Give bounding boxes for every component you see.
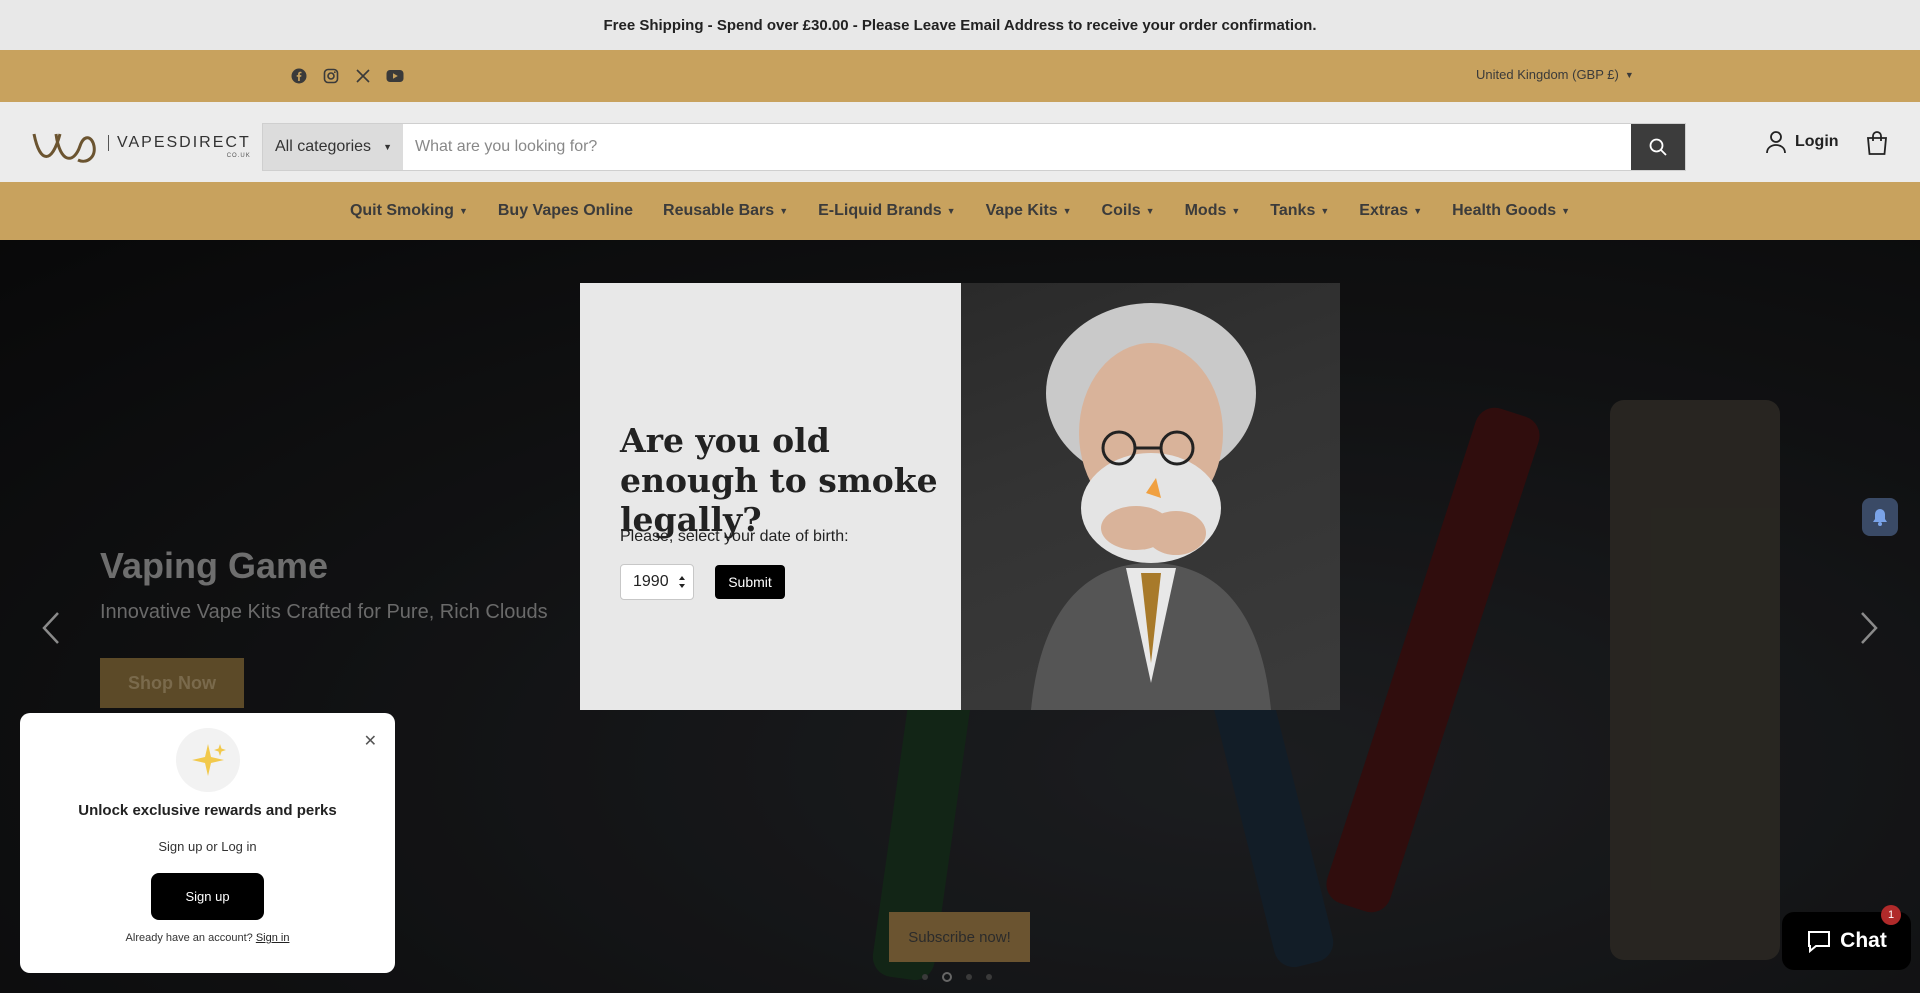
chevron-down-icon: ▼ [383,142,392,152]
man-smoking-illustration [1031,303,1271,710]
nav-label: Coils [1101,202,1141,219]
rewards-title: Unlock exclusive rewards and perks [78,802,337,819]
region-selector[interactable]: United Kingdom (GBP £) ▼ [1476,67,1634,82]
chevron-down-icon: ▼ [1413,206,1423,216]
chat-label: Chat [1840,929,1887,952]
slide-dot[interactable] [922,974,928,980]
nav-item-vape-kits[interactable]: Vape Kits ▼ [971,202,1087,220]
x-icon[interactable] [354,67,372,85]
nav-item-extras[interactable]: Extras ▼ [1344,202,1437,220]
age-submit-button[interactable]: Submit [715,565,785,599]
birth-year-select[interactable]: 1990 [620,564,694,600]
nav-label: Vape Kits [985,202,1058,219]
search-button[interactable] [1631,124,1685,170]
age-modal-image [961,283,1340,710]
announcement-text: Free Shipping - Spend over £30.00 - Plea… [603,16,1317,34]
announcement-bar: Free Shipping - Spend over £30.00 - Plea… [0,0,1920,50]
logo-subtext: CO.UK [226,153,251,159]
nav-label: Mods [1184,202,1227,219]
nav-item-mods[interactable]: Mods ▼ [1170,202,1256,220]
chevron-down-icon: ▼ [1624,69,1634,80]
youtube-icon[interactable] [386,67,404,85]
close-icon[interactable]: ✕ [364,731,377,751]
login-link[interactable]: Login [1765,130,1839,154]
sparkle-icon [176,728,240,792]
cart-button[interactable] [1864,130,1890,161]
slide-prev-arrow[interactable] [40,610,62,656]
chevron-left-icon [42,612,59,644]
rewards-popup: ✕ Unlock exclusive rewards and perks Sig… [20,713,395,973]
age-prompt: Please, select your date of birth: [620,528,849,545]
stepper-arrows-icon [679,576,685,588]
login-label: Login [1795,133,1839,150]
shop-now-button[interactable]: Shop Now [100,658,244,708]
nav-item-buy-vapes-online[interactable]: Buy Vapes Online [483,202,648,220]
nav-label: Extras [1359,202,1409,219]
chevron-down-icon: ▼ [458,206,468,216]
search-category-select[interactable]: All categories ▼ [263,124,403,170]
chevron-down-icon: ▼ [1320,206,1330,216]
birth-year-value: 1990 [633,573,669,590]
chevron-down-icon: ▼ [1231,206,1241,216]
age-modal-form-panel: Are you old enough to smoke legally? Ple… [580,283,961,710]
chevron-down-icon: ▼ [1561,206,1571,216]
search-icon [1649,138,1667,156]
slide-dot[interactable] [966,974,972,980]
utility-bar: United Kingdom (GBP £) ▼ [0,50,1920,102]
nav-item-e-liquid-brands[interactable]: E-Liquid Brands ▼ [803,202,970,220]
chat-bubble-icon [1808,931,1831,953]
age-question: Are you old enough to smoke legally? [620,421,938,540]
nav-item-health-goods[interactable]: Health Goods ▼ [1437,202,1585,220]
chevron-down-icon: ▼ [1145,206,1155,216]
facebook-icon[interactable] [290,67,308,85]
main-nav: Quit Smoking ▼ Buy Vapes Online Reusable … [0,182,1920,240]
rewards-signup-button[interactable]: Sign up [151,873,264,920]
slide-next-arrow[interactable] [1858,610,1880,656]
search-category-label: All categories [275,138,372,155]
nav-label: Reusable Bars [663,202,775,219]
chevron-down-icon: ▼ [1062,206,1072,216]
notification-bell-button[interactable] [1862,498,1898,536]
nav-item-quit-smoking[interactable]: Quit Smoking ▼ [335,202,483,220]
signin-link[interactable]: Sign in [256,932,290,944]
site-logo[interactable]: VAPESDIRECT CO.UK [30,126,251,168]
slide-dots [922,972,992,982]
nav-label: E-Liquid Brands [818,202,942,219]
age-verification-modal: Are you old enough to smoke legally? Ple… [580,283,1340,710]
logo-mark-icon [32,133,96,163]
nav-label: Buy Vapes Online [497,202,634,219]
chevron-down-icon: ▼ [946,206,956,216]
region-label: United Kingdom (GBP £) [1476,67,1619,82]
logo-text: VAPESDIRECT [108,135,251,151]
rewards-subtitle: Sign up or Log in [158,839,257,854]
nav-item-tanks[interactable]: Tanks ▼ [1255,202,1344,220]
subscribe-button[interactable]: Subscribe now! [889,912,1030,962]
slide-dot[interactable] [986,974,992,980]
rewards-account-prompt: Already have an account? Sign in [20,932,395,944]
hero-subtitle: Innovative Vape Kits Crafted for Pure, R… [100,601,548,623]
nav-label: Health Goods [1452,202,1557,219]
hero-title: Vaping Game [100,545,329,586]
bell-icon [1873,509,1887,526]
slide-dot-active[interactable] [942,972,952,982]
chevron-down-icon: ▼ [779,206,789,216]
search-input[interactable] [403,124,1631,170]
shopping-bag-icon [1867,131,1887,155]
chat-unread-badge: 1 [1881,905,1901,925]
nav-item-reusable-bars[interactable]: Reusable Bars ▼ [648,202,803,220]
site-header: VAPESDIRECT CO.UK All categories ▼ Login [0,102,1920,182]
account-prompt-text: Already have an account? [125,932,253,944]
social-links [290,67,404,85]
chevron-right-icon [1861,612,1878,644]
nav-item-coils[interactable]: Coils ▼ [1087,202,1170,220]
instagram-icon[interactable] [322,67,340,85]
search-bar: All categories ▼ [262,123,1686,171]
nav-label: Quit Smoking [349,202,454,219]
user-icon [1766,131,1786,154]
nav-label: Tanks [1270,202,1316,219]
